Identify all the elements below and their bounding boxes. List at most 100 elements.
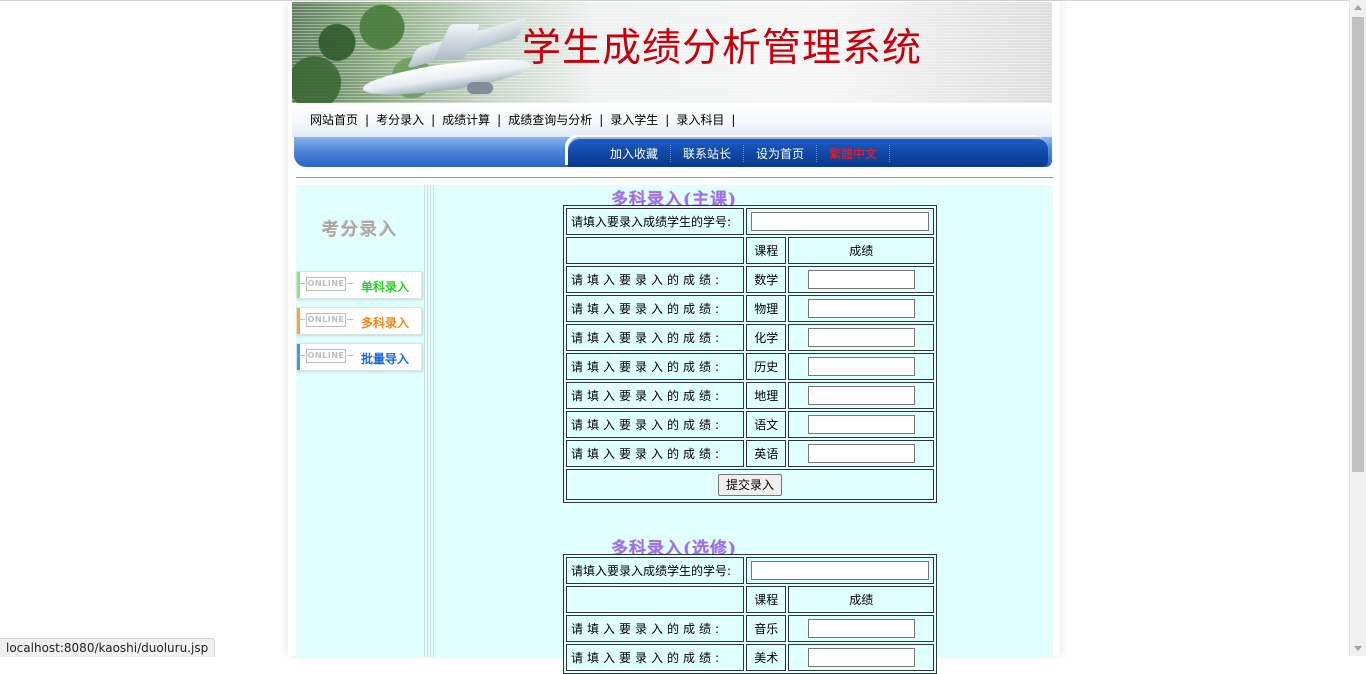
sidebar-item-accent-bar xyxy=(297,308,300,334)
nav-link-score-calc[interactable]: 成绩计算 xyxy=(442,111,490,128)
score-input-physics[interactable] xyxy=(807,299,915,318)
score-input-history[interactable] xyxy=(807,357,915,376)
header-banner: 学生成绩分析管理系统 xyxy=(292,2,1052,103)
top-nav-links: 网站首页 | 考分录入 | 成绩计算 | 成绩查询与分析 | 录入学生 | 录入科目 | xyxy=(310,111,742,128)
subject-name: 音乐 xyxy=(746,615,787,642)
row-label: 请填入要录入的成绩: xyxy=(566,266,744,293)
subject-name: 化学 xyxy=(746,324,787,351)
contact-admin-link[interactable]: 联系站长 xyxy=(671,145,745,162)
scroll-down-arrow-icon[interactable] xyxy=(1354,646,1362,651)
score-cell xyxy=(788,615,934,642)
scrollbar-thumb[interactable] xyxy=(1352,17,1364,472)
student-id-input[interactable] xyxy=(751,212,929,231)
row-label: 请填入要录入的成绩: xyxy=(566,324,744,351)
subject-name: 语文 xyxy=(746,411,787,438)
online-badge-icon: ONLINE xyxy=(299,277,353,291)
score-cell xyxy=(788,382,934,409)
scroll-up-arrow-icon[interactable] xyxy=(1354,5,1362,10)
score-input-chemistry[interactable] xyxy=(807,328,915,347)
header-course: 课程 xyxy=(746,586,787,613)
sidebar-title: 考分录入 xyxy=(322,220,398,240)
row-label: 请填入要录入的成绩: xyxy=(566,411,744,438)
nav-separator: | xyxy=(665,113,670,127)
nav-separator: | xyxy=(599,113,604,127)
header-empty-cell xyxy=(566,237,744,264)
table-row: 请填入要录入的成绩: 语文 xyxy=(566,411,934,438)
score-input-english[interactable] xyxy=(807,444,915,463)
score-input-math[interactable] xyxy=(807,270,915,289)
nav-tab-links: 加入收藏 联系站长 设为首页 繁體中文 xyxy=(598,145,891,162)
submit-button[interactable]: 提交录入 xyxy=(717,473,782,496)
score-input-geography[interactable] xyxy=(807,386,915,405)
nav-separator: | xyxy=(731,113,736,127)
site-title: 学生成绩分析管理系统 xyxy=(522,26,923,71)
header-score: 成绩 xyxy=(788,586,934,613)
sidebar-item-batch-import[interactable]: ONLINE 批量导入 xyxy=(296,343,422,371)
table-row: 请填入要录入的成绩: 英语 xyxy=(566,440,934,467)
submit-row: 提交录入 xyxy=(566,469,934,500)
header-score: 成绩 xyxy=(788,237,934,264)
elective-score-form: 请填入要录入成绩学生的学号: 课程 成绩 请填入要录入的成绩: 音乐 请填入要录… xyxy=(563,554,937,674)
row-label: 请填入要录入的成绩: xyxy=(566,295,744,322)
nav-separator: | xyxy=(365,113,370,127)
subject-name: 历史 xyxy=(746,353,787,380)
score-input-art[interactable] xyxy=(807,648,915,667)
table-row: 请填入要录入的成绩: 美术 xyxy=(566,644,934,671)
score-cell xyxy=(788,266,934,293)
submit-cell: 提交录入 xyxy=(566,469,934,500)
top-nav: 网站首页 | 考分录入 | 成绩计算 | 成绩查询与分析 | 录入学生 | 录入科目 | xyxy=(292,103,1052,137)
add-favorite-link[interactable]: 加入收藏 xyxy=(598,145,672,162)
score-cell xyxy=(788,353,934,380)
main-score-form: 请填入要录入成绩学生的学号: 课程 成绩 请填入要录入的成绩: 数学 请填入要录… xyxy=(563,205,937,503)
student-id-row: 请填入要录入成绩学生的学号: xyxy=(566,557,934,584)
page-wrapper: 学生成绩分析管理系统 网站首页 | 考分录入 | 成绩计算 | 成绩查询与分析 | 录入学生 | 录… xyxy=(288,1,1060,674)
online-badge-icon: ONLINE xyxy=(299,313,353,327)
row-label: 请填入要录入的成绩: xyxy=(566,382,744,409)
sidebar-item-accent-bar xyxy=(297,344,300,370)
sidebar-divider xyxy=(424,185,434,657)
set-homepage-link[interactable]: 设为首页 xyxy=(744,145,818,162)
row-label: 请填入要录入的成绩: xyxy=(566,644,744,671)
nav-separator: | xyxy=(431,113,436,127)
student-id-cell xyxy=(746,208,934,235)
sidebar-item-label: 单科录入 xyxy=(361,280,410,294)
nav-link-score-entry[interactable]: 考分录入 xyxy=(376,111,424,128)
student-id-label: 请填入要录入成绩学生的学号: xyxy=(566,208,744,235)
nav-link-home[interactable]: 网站首页 xyxy=(310,111,358,128)
subject-name: 地理 xyxy=(746,382,787,409)
student-id-label: 请填入要录入成绩学生的学号: xyxy=(566,557,744,584)
online-badge-icon: ONLINE xyxy=(299,349,353,363)
row-label: 请填入要录入的成绩: xyxy=(566,353,744,380)
subject-name: 英语 xyxy=(746,440,787,467)
score-input-music[interactable] xyxy=(807,619,915,638)
sidebar-item-accent-bar xyxy=(297,272,300,298)
traditional-chinese-link[interactable]: 繁體中文 xyxy=(817,145,891,162)
subject-name: 物理 xyxy=(746,295,787,322)
elective-student-id-input[interactable] xyxy=(751,561,929,580)
row-label: 请填入要录入的成绩: xyxy=(566,440,744,467)
sidebar-item-single-subject[interactable]: ONLINE 单科录入 xyxy=(296,271,422,299)
student-id-cell xyxy=(746,557,934,584)
nav-link-add-subject[interactable]: 录入科目 xyxy=(676,111,724,128)
table-row: 请填入要录入的成绩: 化学 xyxy=(566,324,934,351)
score-cell xyxy=(788,295,934,322)
header-course: 课程 xyxy=(746,237,787,264)
score-cell xyxy=(788,324,934,351)
score-cell xyxy=(788,411,934,438)
airplane-engine-image xyxy=(467,82,493,94)
header-divider xyxy=(296,177,1053,178)
table-row: 请填入要录入的成绩: 数学 xyxy=(566,266,934,293)
score-input-chinese[interactable] xyxy=(807,415,915,434)
header-row: 课程 成绩 xyxy=(566,586,934,613)
sidebar-item-label: 多科录入 xyxy=(361,316,410,330)
sidebar-item-multi-subject[interactable]: ONLINE 多科录入 xyxy=(296,307,422,335)
score-cell xyxy=(788,440,934,467)
row-label: 请填入要录入的成绩: xyxy=(566,615,744,642)
sidebar: 考分录入 ONLINE 单科录入 ONLINE 多科录入 ONLINE 批量导入 xyxy=(296,185,434,657)
table-row: 请填入要录入的成绩: 物理 xyxy=(566,295,934,322)
vertical-scrollbar[interactable] xyxy=(1349,0,1366,656)
table-row: 请填入要录入的成绩: 音乐 xyxy=(566,615,934,642)
navigation-area: 网站首页 | 考分录入 | 成绩计算 | 成绩查询与分析 | 录入学生 | 录入科目 | 加入收藏 联系… xyxy=(292,103,1054,169)
nav-link-query-analysis[interactable]: 成绩查询与分析 xyxy=(508,111,592,128)
nav-link-add-student[interactable]: 录入学生 xyxy=(610,111,658,128)
